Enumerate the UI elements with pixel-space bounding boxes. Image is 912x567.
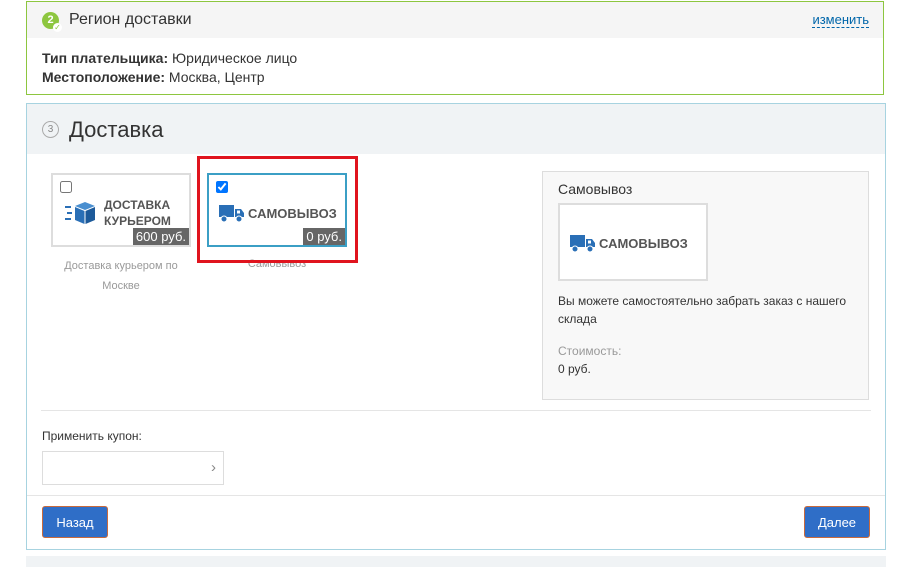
detail-cost-value: 0 руб.	[558, 362, 591, 376]
region-title: Регион доставки	[69, 11, 192, 28]
box-delivery-icon	[65, 202, 95, 224]
payer-type-label: Тип плательщика:	[42, 50, 169, 66]
back-button[interactable]: Назад	[42, 506, 108, 538]
location-row: Местоположение: Москва, Центр	[42, 68, 297, 87]
courier-checkbox[interactable]	[60, 181, 72, 193]
divider	[27, 495, 885, 496]
check-icon: ✓	[53, 23, 62, 32]
courier-logo-text: ДОСТАВКА КУРЬЕРОМ	[104, 197, 171, 229]
change-region-link[interactable]: изменить	[812, 13, 869, 28]
courier-logo: ДОСТАВКА КУРЬЕРОМ	[65, 197, 185, 229]
region-header: 2 ✓ Регион доставки изменить	[27, 2, 883, 38]
checkout-page: 2 ✓ Регион доставки изменить Тип платель…	[0, 0, 912, 567]
delivery-detail-panel: Самовывоз САМОВЫВОЗ Вы можете самостояте…	[542, 171, 869, 400]
courier-logo-line1: ДОСТАВКА	[104, 198, 171, 212]
detail-title: Самовывоз	[558, 181, 633, 197]
detail-pickup-logo: САМОВЫВОЗ	[570, 233, 696, 255]
coupon-input[interactable]	[47, 453, 201, 485]
courier-logo-line2: КУРЬЕРОМ	[104, 214, 171, 228]
delivery-section: 3 Доставка ДОСТАВКА КУРЬЕРОМ 600 руб. До…	[26, 103, 886, 550]
detail-logo: САМОВЫВОЗ	[558, 203, 708, 281]
selection-highlight	[197, 156, 358, 263]
detail-cost-label: Стоимость:	[558, 344, 622, 358]
truck-icon	[570, 235, 595, 253]
chevron-right-icon[interactable]: ›	[211, 459, 216, 476]
coupon-label: Применить купон:	[42, 429, 142, 443]
step-number-badge: 3	[42, 121, 59, 138]
delivery-header: 3 Доставка	[27, 104, 885, 154]
region-info: Тип плательщика: Юридическое лицо Местоп…	[42, 49, 297, 87]
detail-description: Вы можете самостоятельно забрать заказ с…	[558, 294, 847, 326]
courier-caption: Доставка курьером по Москве	[64, 260, 178, 292]
next-button[interactable]: Далее	[804, 506, 870, 538]
next-section-edge	[26, 556, 886, 567]
coupon-field-wrapper: ›	[42, 451, 224, 485]
detail-logo-text: САМОВЫВОЗ	[599, 236, 688, 251]
delivery-title: Доставка	[69, 117, 164, 142]
location-value: Москва, Центр	[165, 69, 265, 85]
delivery-option-courier[interactable]: ДОСТАВКА КУРЬЕРОМ 600 руб.	[51, 173, 191, 247]
payer-type-value: Юридическое лицо	[168, 50, 298, 66]
location-label: Местоположение:	[42, 69, 166, 85]
payer-type-row: Тип плательщика: Юридическое лицо	[42, 49, 297, 68]
courier-price: 600 руб.	[132, 228, 189, 245]
divider	[41, 410, 871, 411]
step-done-icon: 2 ✓	[42, 12, 62, 32]
region-section: 2 ✓ Регион доставки изменить Тип платель…	[26, 1, 884, 95]
